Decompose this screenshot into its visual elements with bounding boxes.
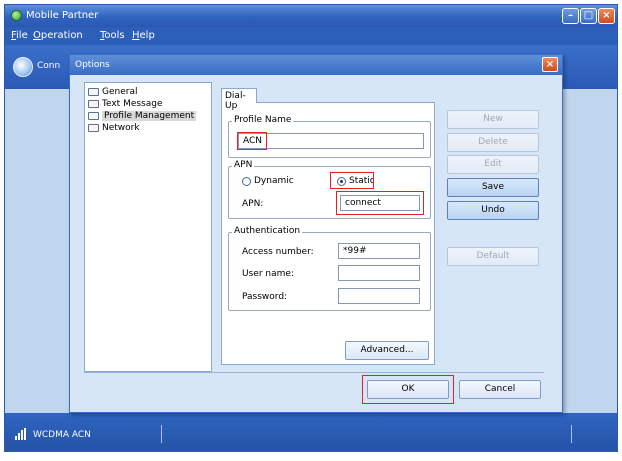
status-bar: WCDMA ACN: [5, 413, 617, 451]
app-title: Mobile Partner: [26, 10, 99, 21]
options-dialog: Options × General Text Message Profile M…: [69, 54, 563, 413]
apn-group: APN Dynamic Static APN:: [228, 160, 431, 219]
authentication-group: Authentication Access number: User name:…: [228, 226, 431, 311]
menu-file[interactable]: File: [11, 30, 28, 41]
close-button[interactable]: ×: [598, 8, 615, 24]
connect-label[interactable]: Conn: [37, 61, 60, 71]
menu-operation[interactable]: Operation: [33, 30, 83, 41]
network-status: WCDMA ACN: [33, 430, 91, 440]
dialog-divider: [84, 372, 544, 373]
profile-name-input[interactable]: [238, 133, 424, 149]
default-button[interactable]: Default: [447, 247, 539, 266]
edit-button[interactable]: Edit: [447, 155, 539, 174]
apn-label: APN:: [242, 199, 264, 209]
new-button[interactable]: New: [447, 110, 539, 129]
menu-tools[interactable]: Tools: [100, 30, 125, 41]
password-input[interactable]: [338, 288, 420, 304]
delete-button[interactable]: Delete: [447, 133, 539, 152]
ok-button[interactable]: OK: [367, 380, 449, 399]
status-divider: [161, 425, 162, 443]
connect-icon[interactable]: [13, 57, 33, 77]
apn-dynamic-label: Dynamic: [254, 176, 294, 186]
cancel-button[interactable]: Cancel: [459, 380, 541, 399]
apn-static-label: Static: [349, 176, 375, 186]
menu-bar: File Operation Tools Help: [5, 27, 617, 45]
app-titlebar: Mobile Partner – □ ×: [5, 5, 617, 27]
folder-icon: [88, 99, 99, 108]
minimize-button[interactable]: –: [562, 8, 579, 24]
apn-input[interactable]: [340, 195, 420, 211]
password-label: Password:: [242, 292, 288, 302]
tree-item-network[interactable]: Network: [88, 123, 140, 136]
dial-up-page: Profile Name APN Dynamic Static APN: Aut…: [221, 102, 435, 365]
tab-dial-up[interactable]: Dial-Up: [221, 88, 257, 111]
access-number-label: Access number:: [242, 247, 314, 257]
advanced-button[interactable]: Advanced...: [345, 341, 429, 360]
dialog-close-button[interactable]: ×: [542, 57, 558, 72]
menu-help[interactable]: Help: [132, 30, 155, 41]
folder-icon: [88, 123, 99, 132]
options-tree: General Text Message Profile Management …: [84, 82, 212, 372]
user-name-input[interactable]: [338, 265, 420, 281]
access-number-input[interactable]: [338, 243, 420, 259]
folder-open-icon: [88, 111, 99, 120]
user-name-label: User name:: [242, 269, 294, 279]
profile-name-group: Profile Name: [228, 115, 431, 158]
status-divider: [571, 425, 572, 443]
app-logo-icon: [11, 10, 22, 21]
apn-static-radio[interactable]: [337, 177, 346, 186]
dialog-title: Options: [75, 60, 110, 70]
profile-name-legend: Profile Name: [232, 115, 294, 125]
save-button[interactable]: Save: [447, 178, 539, 197]
signal-strength-icon: [15, 428, 29, 440]
undo-button[interactable]: Undo: [447, 201, 539, 220]
folder-icon: [88, 87, 99, 96]
apn-legend: APN: [232, 160, 255, 170]
dialog-titlebar: Options ×: [70, 55, 562, 75]
apn-dynamic-radio[interactable]: [242, 177, 251, 186]
authentication-legend: Authentication: [232, 226, 303, 236]
maximize-button[interactable]: □: [580, 8, 597, 24]
